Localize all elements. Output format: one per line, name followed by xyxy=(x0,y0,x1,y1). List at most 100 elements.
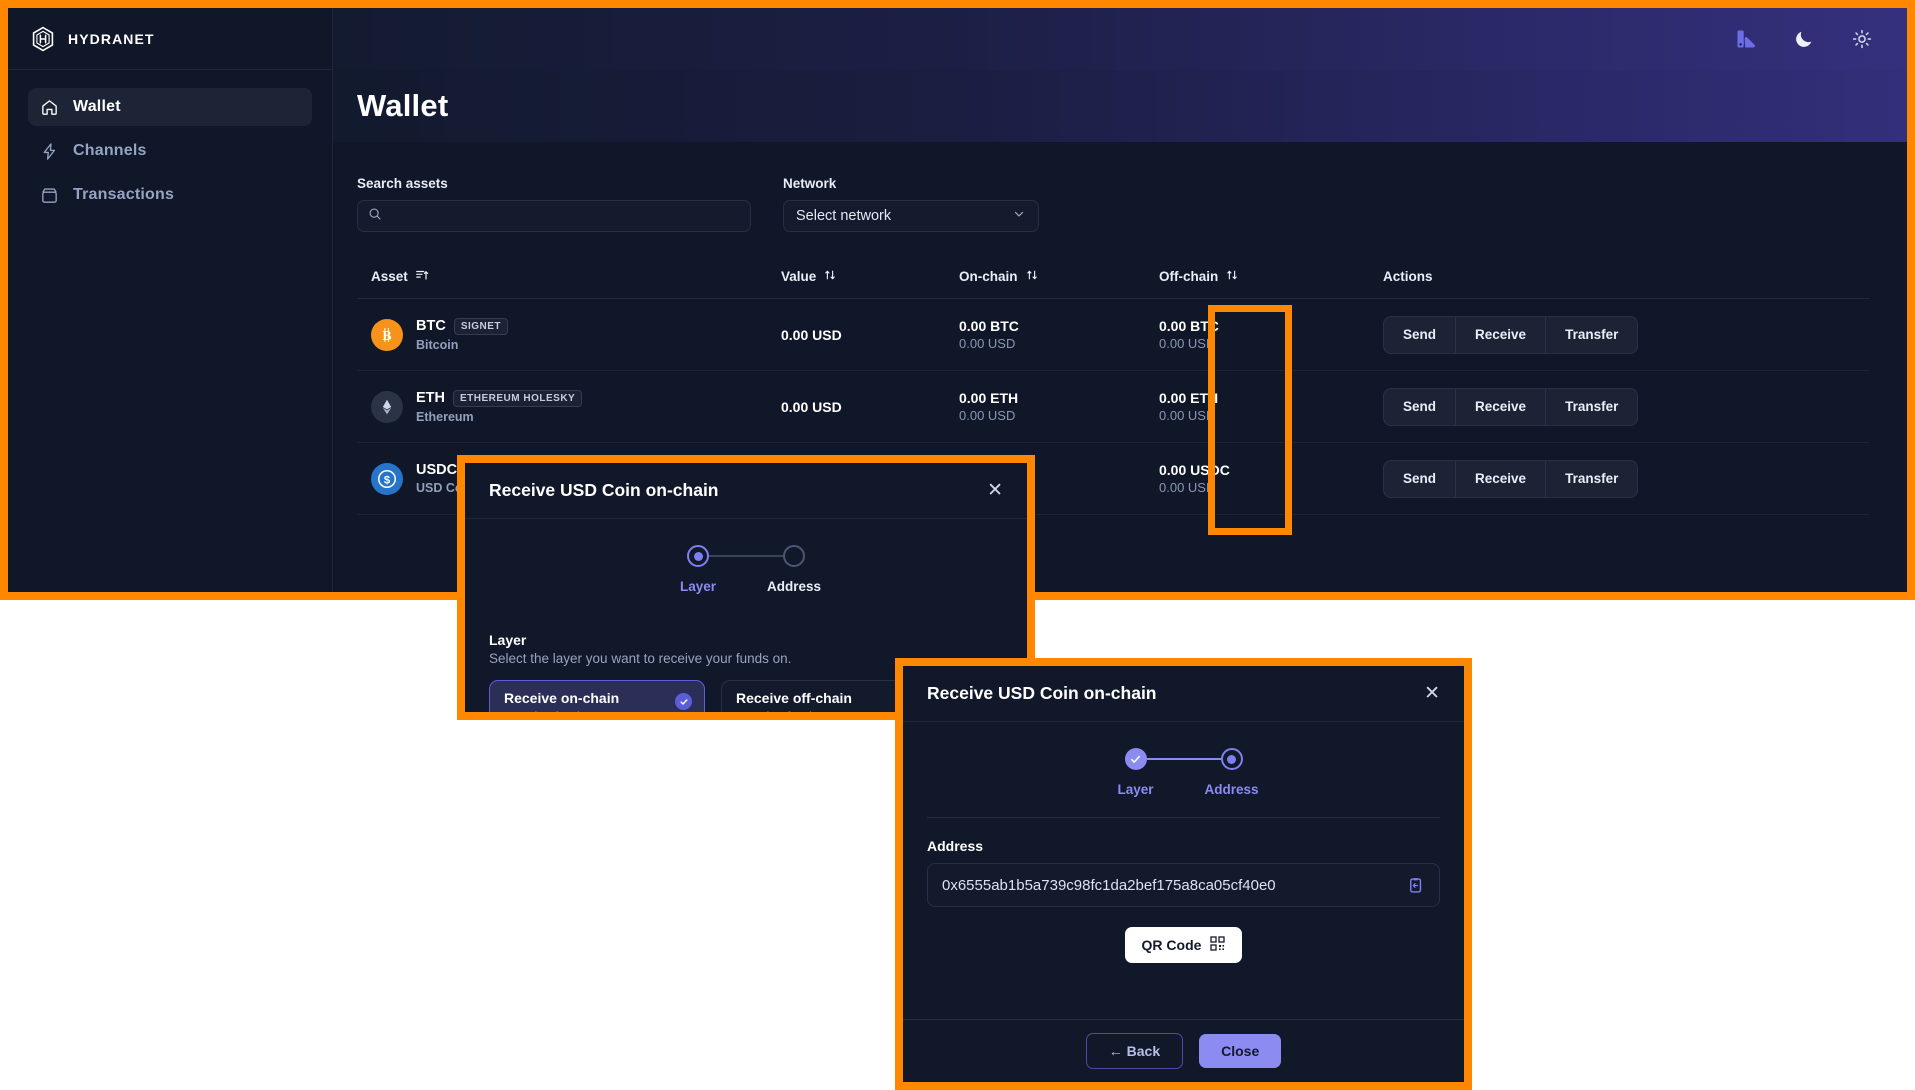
receive-button[interactable]: Receive xyxy=(1456,316,1547,353)
search-icon xyxy=(368,207,382,226)
sort-az-icon xyxy=(415,268,429,285)
asset-name: Bitcoin xyxy=(416,337,459,352)
column-label: Value xyxy=(781,269,817,284)
column-label: Actions xyxy=(1383,269,1433,284)
sidebar: HYDRANET Wallet Channels Transactions xyxy=(8,8,333,592)
sidebar-item-transactions[interactable]: Transactions xyxy=(28,176,312,214)
sidebar-item-label: Transactions xyxy=(73,186,175,203)
asset-cell: ETH ETHEREUM HOLESKY Ethereum xyxy=(371,389,781,424)
network-field: Network Select network xyxy=(783,176,1039,232)
column-header-asset[interactable]: Asset xyxy=(371,268,781,285)
table-row: ETH ETHEREUM HOLESKY Ethereum 0.00 USD 0… xyxy=(357,371,1869,443)
back-button[interactable]: ← Back xyxy=(1085,1033,1184,1069)
sort-updown-icon xyxy=(823,268,837,285)
value-cell: 0.00 USD xyxy=(781,327,959,343)
onchain-fiat: 0.00 USD xyxy=(959,408,1016,423)
sidebar-item-wallet[interactable]: Wallet xyxy=(28,88,312,126)
layer-section-title: Layer xyxy=(489,632,527,648)
send-button[interactable]: Send xyxy=(1384,460,1457,497)
svg-text:B: B xyxy=(382,327,391,342)
layer-option-onchain[interactable]: Receive on-chain Receive funds on Layer … xyxy=(489,680,705,712)
sort-updown-icon xyxy=(1225,268,1239,285)
transfer-button[interactable]: Transfer xyxy=(1546,461,1637,497)
sidebar-item-channels[interactable]: Channels xyxy=(28,132,312,170)
transfer-button[interactable]: Transfer xyxy=(1546,389,1637,425)
transfer-button[interactable]: Transfer xyxy=(1546,317,1637,353)
offchain-cell: 0.00 BTC 0.00 USD xyxy=(1159,318,1383,351)
asset-symbol: USDC xyxy=(416,462,458,478)
gear-icon[interactable] xyxy=(1851,28,1873,50)
offchain-fiat: 0.00 USD xyxy=(1159,408,1216,423)
wizard-stepper: Layer Address xyxy=(903,722,1464,811)
step-connector xyxy=(1146,758,1221,760)
modal-footer: ← Back Close xyxy=(903,1019,1464,1082)
offchain-amount: 0.00 BTC xyxy=(1159,318,1219,334)
offchain-amount: 0.00 ETH xyxy=(1159,390,1219,406)
search-assets-field: Search assets xyxy=(357,176,751,232)
asset-network-badge: ETHEREUM HOLESKY xyxy=(453,389,583,407)
value-amount: 0.00 USD xyxy=(781,326,842,343)
sidebar-item-label: Channels xyxy=(73,142,147,159)
search-input[interactable] xyxy=(390,208,740,224)
onchain-fiat: 0.00 USD xyxy=(959,336,1016,351)
asset-symbol: ETH xyxy=(416,390,445,406)
modal-title: Receive USD Coin on-chain xyxy=(489,480,719,500)
column-header-actions: Actions xyxy=(1383,269,1855,284)
filters-row: Search assets Network Select network xyxy=(357,176,1883,232)
clipboard-copy-icon[interactable] xyxy=(1406,876,1425,895)
row-action-group: Send Receive Transfer xyxy=(1383,387,1639,426)
stepper-nodes xyxy=(1124,748,1243,770)
actions-cell: Send Receive Transfer xyxy=(1383,315,1855,354)
modal-header: Receive USD Coin on-chain ✕ xyxy=(903,666,1464,722)
page-title: Wallet xyxy=(357,88,449,123)
value-cell: 0.00 USD xyxy=(781,399,959,415)
onchain-amount: 0.00 ETH xyxy=(959,390,1019,406)
layer-option-desc: Receive funds on Layer 1 xyxy=(504,709,690,712)
value-amount: 0.00 USD xyxy=(781,398,842,415)
modal-header: Receive USD Coin on-chain ✕ xyxy=(465,463,1027,519)
asset-cell: B BTC SIGNET Bitcoin xyxy=(371,317,781,352)
sidebar-nav: Wallet Channels Transactions xyxy=(8,70,332,220)
step-node-layer xyxy=(687,545,709,567)
sidebar-item-label: Wallet xyxy=(73,98,121,115)
receive-address-modal-highlight: Receive USD Coin on-chain ✕ Layer Addres… xyxy=(895,658,1472,1090)
table-header-row: Asset Value On-chain Off-chain Actions xyxy=(357,268,1869,299)
row-action-group: Send Receive Transfer xyxy=(1383,459,1639,498)
wizard-stepper: Layer Address xyxy=(465,519,1027,608)
qr-code-icon xyxy=(1210,936,1226,954)
usdc-icon: $ xyxy=(371,462,403,495)
column-header-onchain[interactable]: On-chain xyxy=(959,268,1159,285)
asset-symbol: BTC xyxy=(416,318,446,334)
column-header-offchain[interactable]: Off-chain xyxy=(1159,268,1383,285)
chevron-down-icon xyxy=(1012,207,1026,226)
offchain-cell: 0.00 USDC 0.00 USD xyxy=(1159,462,1383,495)
step-label-layer: Layer xyxy=(1117,782,1154,797)
receive-button[interactable]: Receive xyxy=(1456,460,1547,497)
onchain-cell: 0.00 BTC 0.00 USD xyxy=(959,318,1159,351)
step-label-layer: Layer xyxy=(679,579,717,594)
modal-title: Receive USD Coin on-chain xyxy=(927,683,1157,703)
receive-button[interactable]: Receive xyxy=(1456,388,1547,425)
qr-code-button[interactable]: QR Code xyxy=(1124,927,1243,963)
hydranet-hex-logo-icon xyxy=(30,26,56,52)
close-icon[interactable]: ✕ xyxy=(987,481,1003,500)
send-button[interactable]: Send xyxy=(1384,388,1457,425)
offchain-fiat: 0.00 USD xyxy=(1159,480,1216,495)
svg-text:$: $ xyxy=(384,474,391,486)
network-select[interactable]: Select network xyxy=(783,200,1039,232)
close-button[interactable]: Close xyxy=(1199,1034,1282,1068)
address-input[interactable]: 0x6555ab1b5a739c98fc1da2bef175a8ca05cf40… xyxy=(927,863,1440,907)
theme-palette-icon[interactable] xyxy=(1735,28,1757,50)
moon-icon[interactable] xyxy=(1793,28,1815,50)
row-action-group: Send Receive Transfer xyxy=(1383,315,1639,354)
address-section: Address 0x6555ab1b5a739c98fc1da2bef175a8… xyxy=(903,818,1464,963)
bitcoin-icon: B xyxy=(371,318,403,351)
sort-updown-icon xyxy=(1025,268,1039,285)
close-icon[interactable]: ✕ xyxy=(1424,684,1440,703)
asset-network-badge: SIGNET xyxy=(453,317,509,335)
send-button[interactable]: Send xyxy=(1384,316,1457,353)
column-label: Off-chain xyxy=(1159,269,1219,284)
column-header-value[interactable]: Value xyxy=(781,268,959,285)
step-node-layer xyxy=(1124,748,1147,770)
search-input-wrapper[interactable] xyxy=(357,200,751,232)
